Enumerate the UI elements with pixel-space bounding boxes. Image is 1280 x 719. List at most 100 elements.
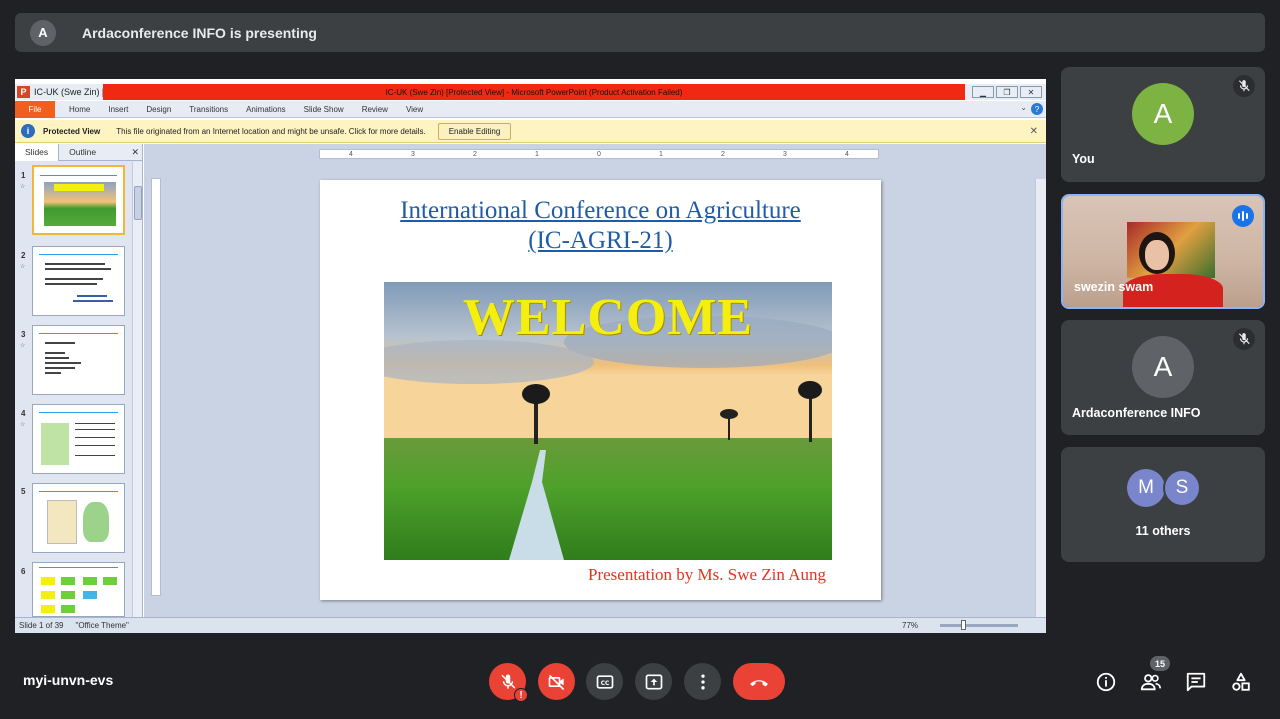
tab-insert[interactable]: Insert — [108, 105, 128, 114]
protected-view-message[interactable]: This file originated from an Internet lo… — [116, 127, 426, 136]
mic-off-icon — [500, 674, 515, 689]
chat-icon — [1186, 672, 1206, 692]
slide-thumbnail[interactable] — [32, 165, 125, 235]
activities-icon — [1232, 672, 1250, 691]
zoom-slider-handle[interactable] — [961, 620, 966, 630]
tab-slides[interactable]: Slides — [15, 143, 60, 161]
info-shield-icon: i — [21, 124, 35, 138]
close-icon[interactable]: ✕ — [1020, 86, 1042, 98]
tile-others[interactable]: M S 11 others — [1061, 447, 1265, 562]
status-bar: Slide 1 of 39 "Office Theme" 77% — [15, 617, 1046, 633]
participant-name: You — [1072, 152, 1095, 166]
slide-title-line-1: International Conference on Agriculture — [400, 197, 801, 224]
end-call-icon — [750, 679, 768, 686]
shared-screen: P IC-UK (Swe Zin) [ IC-UK (Swe Zin) [Pro… — [15, 79, 1046, 633]
mic-off-icon — [1233, 75, 1255, 97]
avatar: A — [1132, 336, 1194, 398]
leave-call-button[interactable] — [733, 663, 785, 700]
captions-button[interactable]: CC — [586, 663, 623, 700]
slide-editing-area: 432 101 234 International Conference on … — [144, 144, 1046, 617]
close-icon[interactable]: ✕ — [1030, 126, 1038, 137]
slide-title: International Conference on Agriculture … — [320, 196, 881, 256]
welcome-text: WELCOME — [462, 289, 754, 346]
camera-off-icon — [548, 674, 564, 690]
current-slide: International Conference on Agriculture … — [320, 180, 881, 600]
activities-button[interactable] — [1229, 670, 1253, 694]
tab-outline[interactable]: Outline — [59, 144, 106, 161]
tab-review[interactable]: Review — [362, 105, 388, 114]
slide-title-line-2: (IC-AGRI-21) — [528, 227, 673, 254]
tab-home[interactable]: Home — [69, 105, 90, 114]
participant-name: Ardaconference INFO — [1072, 406, 1201, 420]
tile-speaker[interactable]: swezin swam — [1061, 194, 1265, 309]
info-icon — [1096, 672, 1116, 692]
horizontal-ruler: 432 101 234 — [319, 149, 879, 159]
slide-thumbnail[interactable] — [32, 246, 125, 316]
chat-button[interactable] — [1184, 670, 1208, 694]
participant-name: swezin swam — [1074, 280, 1154, 294]
meeting-details-button[interactable] — [1094, 670, 1118, 694]
tile-you[interactable]: A You — [1061, 67, 1265, 182]
slides-panel: Slides Outline ✕ 1 ☆ 2 ☆ 3 ☆ 4 ☆ 5 6 — [15, 143, 143, 617]
avatar: M — [1127, 469, 1165, 507]
more-icon — [700, 674, 705, 689]
thumbnails-scrollbar[interactable] — [132, 162, 142, 617]
welcome-photo: WELCOME — [384, 282, 832, 560]
minimize-icon[interactable]: ▁ — [972, 86, 994, 98]
ppt-title-bar: P IC-UK (Swe Zin) [ IC-UK (Swe Zin) [Pro… — [15, 84, 1046, 100]
thumb-number: 4 — [21, 409, 26, 418]
slide-scrollbar[interactable] — [1035, 179, 1046, 617]
animation-star-icon: ☆ — [20, 264, 26, 270]
tab-transitions[interactable]: Transitions — [189, 105, 228, 114]
slide-count: Slide 1 of 39 — [19, 621, 64, 630]
more-options-button[interactable] — [684, 663, 721, 700]
people-icon — [1140, 674, 1161, 691]
people-count-badge: 15 — [1150, 656, 1170, 671]
speaking-indicator-icon — [1232, 205, 1254, 227]
slide-thumbnail[interactable] — [32, 404, 125, 474]
protected-view-bar: i Protected View This file originated fr… — [15, 120, 1046, 143]
thumb-number: 6 — [21, 567, 26, 576]
mic-off-icon — [1233, 328, 1255, 350]
tile-presenter[interactable]: A Ardaconference INFO — [1061, 320, 1265, 435]
tab-design[interactable]: Design — [146, 105, 171, 114]
others-count: 11 others — [1135, 524, 1191, 538]
svg-text:CC: CC — [600, 680, 609, 686]
enable-editing-button[interactable]: Enable Editing — [437, 122, 512, 140]
slide-thumbnail[interactable] — [32, 325, 125, 395]
people-button[interactable] — [1139, 670, 1163, 694]
tab-view[interactable]: View — [406, 105, 423, 114]
restore-icon[interactable]: ❐ — [996, 86, 1018, 98]
mic-toggle-button[interactable]: ! — [489, 663, 528, 702]
thumb-number: 3 — [21, 330, 26, 339]
tab-animations[interactable]: Animations — [246, 105, 286, 114]
presenting-text: Ardaconference INFO is presenting — [82, 24, 317, 41]
presenting-banner: A Ardaconference INFO is presenting — [15, 13, 1265, 52]
thumb-number: 2 — [21, 251, 26, 260]
slide-thumbnail[interactable] — [32, 562, 125, 617]
avatar: S — [1163, 469, 1201, 507]
thumb-number: 5 — [21, 487, 26, 496]
help-icon[interactable]: ? — [1031, 103, 1043, 115]
present-icon — [645, 674, 662, 689]
slide-thumbnail[interactable] — [32, 483, 125, 553]
theme-name: "Office Theme" — [75, 621, 129, 630]
tab-slide-show[interactable]: Slide Show — [304, 105, 344, 114]
avatar: A — [1132, 83, 1194, 145]
presenter-avatar: A — [30, 19, 56, 46]
tab-file[interactable]: File — [15, 100, 55, 118]
close-panel-icon[interactable]: ✕ — [131, 147, 139, 158]
chevron-down-icon[interactable]: ⌄ — [1020, 103, 1027, 112]
captions-icon: CC — [596, 674, 613, 689]
vertical-ruler — [151, 178, 161, 596]
present-now-button[interactable] — [635, 663, 672, 700]
animation-star-icon: ☆ — [20, 343, 26, 349]
animation-star-icon: ☆ — [20, 184, 26, 190]
thumb-number: 1 — [21, 171, 26, 180]
meeting-code: myi-unvn-evs — [23, 672, 114, 688]
camera-toggle-button[interactable] — [538, 663, 575, 700]
window-title: IC-UK (Swe Zin) [Protected View] - Micro… — [103, 84, 965, 100]
zoom-level[interactable]: 77% — [902, 621, 918, 630]
powerpoint-icon: P — [17, 86, 30, 98]
zoom-slider[interactable] — [940, 624, 1018, 627]
